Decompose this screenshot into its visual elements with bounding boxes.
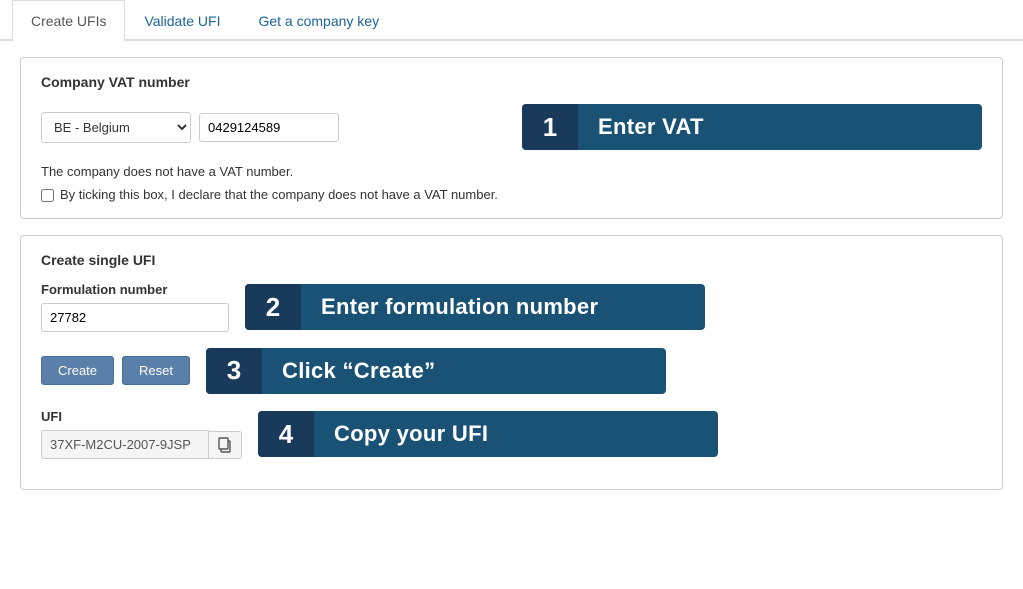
step1-row: BE - Belgium DE - Germany FR - France IT… <box>41 104 982 150</box>
vat-inputs: BE - Belgium DE - Germany FR - France IT… <box>41 112 506 143</box>
no-vat-section: The company does not have a VAT number. … <box>41 164 982 202</box>
copy-ufi-button[interactable]: 4 Copy your UFI <box>258 411 718 457</box>
reset-button[interactable]: Reset <box>122 356 190 385</box>
no-vat-checkbox-label: By ticking this box, I declare that the … <box>60 187 498 202</box>
ufi-output-row <box>41 430 242 459</box>
tab-create-ufis[interactable]: Create UFIs <box>12 0 125 41</box>
no-vat-checkbox[interactable] <box>41 189 54 202</box>
action-buttons: Create Reset <box>41 356 190 385</box>
vat-input[interactable] <box>199 113 339 142</box>
tab-get-company-key[interactable]: Get a company key <box>239 0 398 41</box>
ufi-section-title: Create single UFI <box>41 252 982 268</box>
enter-vat-button[interactable]: 1 Enter VAT <box>522 104 982 150</box>
ufi-section: Create single UFI Formulation number 2 E… <box>20 235 1003 490</box>
enter-formulation-button[interactable]: 2 Enter formulation number <box>245 284 705 330</box>
step2-row: Formulation number 2 Enter formulation n… <box>41 282 982 332</box>
step1-label: Enter VAT <box>578 114 724 140</box>
ufi-copy-button[interactable] <box>209 431 242 459</box>
step3-number: 3 <box>206 348 262 394</box>
vat-section: Company VAT number BE - Belgium DE - Ger… <box>20 57 1003 219</box>
no-vat-checkbox-row[interactable]: By ticking this box, I declare that the … <box>41 187 982 202</box>
main-content: Company VAT number BE - Belgium DE - Ger… <box>0 41 1023 522</box>
ufi-output-label: UFI <box>41 409 242 424</box>
step4-label: Copy your UFI <box>314 421 508 447</box>
no-vat-text: The company does not have a VAT number. <box>41 164 982 179</box>
tab-validate-ufi[interactable]: Validate UFI <box>125 0 239 41</box>
ufi-output-field <box>41 430 209 459</box>
copy-icon <box>217 437 233 453</box>
formulation-input[interactable] <box>41 303 229 332</box>
click-create-button[interactable]: 3 Click “Create” <box>206 348 666 394</box>
vat-section-title: Company VAT number <box>41 74 982 90</box>
step2-label: Enter formulation number <box>301 294 618 320</box>
country-select[interactable]: BE - Belgium DE - Germany FR - France IT… <box>41 112 191 143</box>
step3-row: Create Reset 3 Click “Create” <box>41 346 982 395</box>
ufi-output-col: UFI <box>41 409 242 459</box>
formulation-label: Formulation number <box>41 282 229 297</box>
step4-number: 4 <box>258 411 314 457</box>
step4-row: UFI 4 Copy your UFI <box>41 409 982 459</box>
step1-number: 1 <box>522 104 578 150</box>
tab-bar: Create UFIs Validate UFI Get a company k… <box>0 0 1023 41</box>
create-button[interactable]: Create <box>41 356 114 385</box>
formulation-col: Formulation number <box>41 282 229 332</box>
step3-label: Click “Create” <box>262 358 455 384</box>
action-buttons-col: Create Reset <box>41 346 190 395</box>
step2-number: 2 <box>245 284 301 330</box>
